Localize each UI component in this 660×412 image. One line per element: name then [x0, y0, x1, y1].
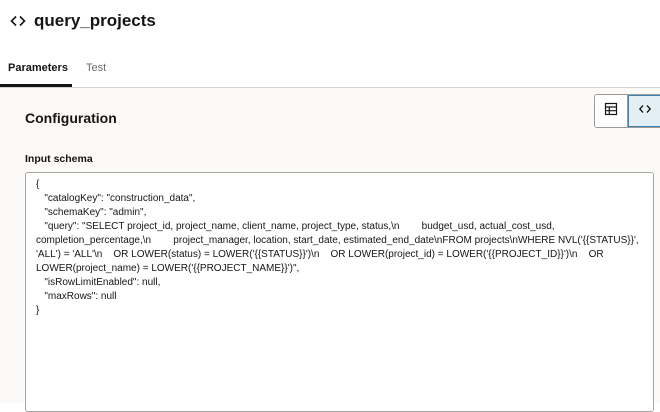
input-schema-label: Input schema [25, 153, 93, 165]
table-view-button[interactable] [595, 95, 628, 127]
tab-parameters[interactable]: Parameters [8, 62, 68, 74]
page-header: query_projects [10, 8, 156, 34]
tab-bar: Parameters Test [0, 52, 660, 88]
table-icon [604, 102, 618, 121]
section-title: Configuration [25, 110, 117, 126]
view-toggle [594, 94, 660, 128]
tab-test[interactable]: Test [86, 62, 106, 74]
active-tab-indicator [0, 84, 72, 87]
input-schema-editor[interactable]: { "catalogKey": "construction_data", "sc… [25, 172, 654, 412]
code-brackets-icon [10, 13, 26, 29]
code-view-button[interactable] [628, 95, 660, 127]
configuration-panel: Configuration Input schema { "catalogKey… [0, 88, 660, 412]
page-title: query_projects [34, 11, 156, 30]
code-brackets-icon [638, 102, 652, 121]
